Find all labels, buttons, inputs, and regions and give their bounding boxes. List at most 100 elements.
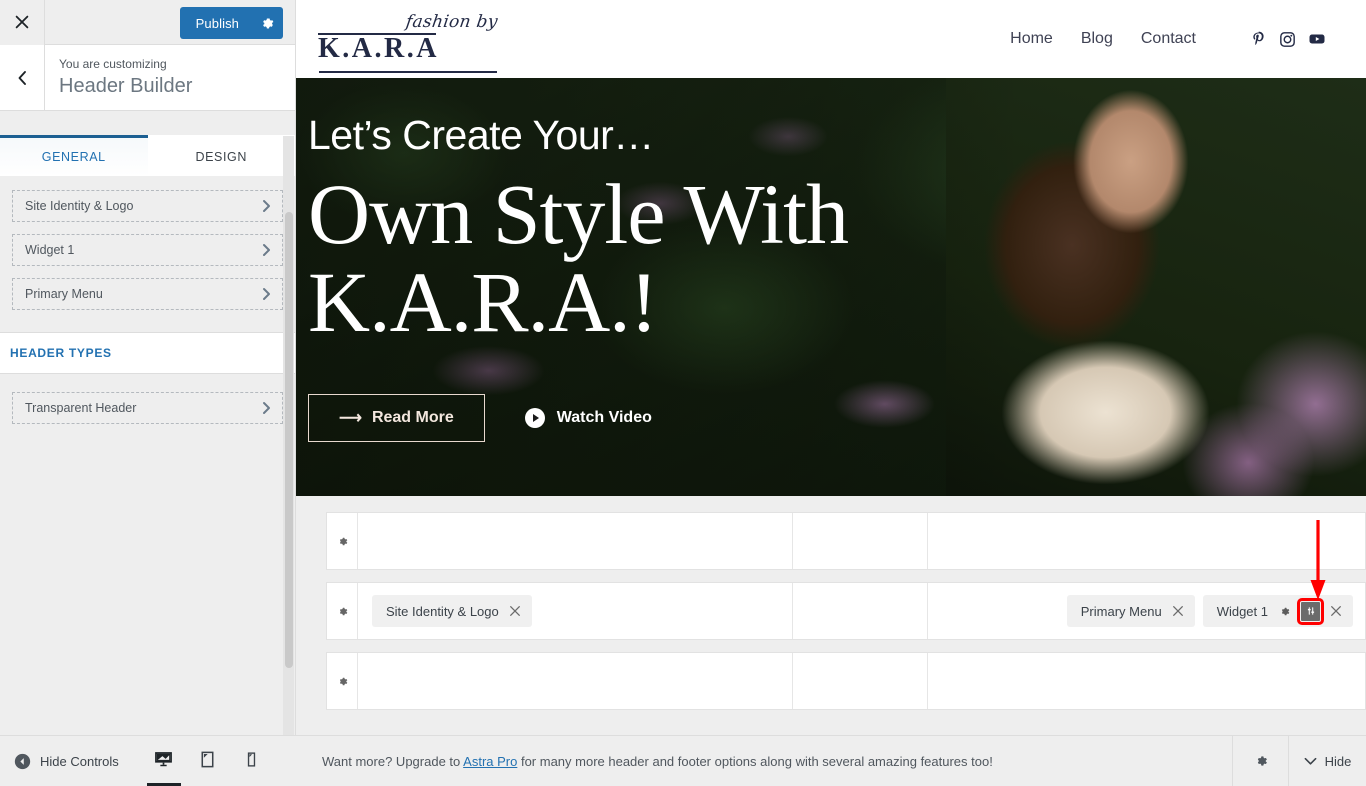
site-logo[interactable]: fashion by K.A.R.A bbox=[318, 11, 514, 73]
sidebar-item-primary-menu[interactable]: Primary Menu bbox=[12, 278, 283, 310]
close-icon[interactable] bbox=[509, 605, 521, 617]
social-icons bbox=[1250, 30, 1326, 48]
hide-builder-button[interactable]: Hide bbox=[1288, 736, 1366, 786]
header-types-group: Transparent Header bbox=[0, 374, 295, 442]
gear-icon[interactable] bbox=[327, 513, 358, 569]
youtube-icon[interactable] bbox=[1308, 30, 1326, 48]
sidebar-item-transparent-header[interactable]: Transparent Header bbox=[12, 392, 283, 424]
close-icon[interactable] bbox=[1172, 605, 1184, 617]
hero-title-line-1: Own Style With bbox=[308, 166, 849, 263]
builder-cell-left[interactable]: Site Identity & Logo bbox=[358, 583, 793, 639]
sidebar-scrollbar-thumb[interactable] bbox=[285, 212, 293, 668]
site-preview: fashion by K.A.R.A Home Blog Contact Let… bbox=[296, 0, 1366, 786]
builder-item-primary-menu[interactable]: Primary Menu bbox=[1066, 595, 1195, 627]
read-more-button[interactable]: ⟶ Read More bbox=[308, 394, 485, 443]
collapse-icon bbox=[14, 753, 31, 770]
customizer-topbar: Publish bbox=[0, 0, 295, 45]
customizer-footer: Hide Controls bbox=[0, 735, 296, 786]
hide-builder-label: Hide bbox=[1324, 753, 1352, 769]
gear-icon[interactable] bbox=[251, 7, 283, 39]
builder-cell-center[interactable] bbox=[793, 583, 928, 639]
sidebar-item-site-identity-logo[interactable]: Site Identity & Logo bbox=[12, 190, 283, 222]
builder-cell-left[interactable] bbox=[358, 653, 793, 709]
hide-controls-label: Hide Controls bbox=[40, 753, 119, 769]
tab-general-label: GENERAL bbox=[41, 150, 106, 164]
builder-item-label: Primary Menu bbox=[1080, 603, 1162, 619]
logo-rule-bottom bbox=[319, 71, 497, 73]
builder-item-label: Site Identity & Logo bbox=[386, 603, 499, 619]
astra-pro-link[interactable]: Astra Pro bbox=[463, 754, 517, 769]
chevron-right-icon bbox=[261, 243, 272, 257]
gear-icon[interactable] bbox=[327, 653, 358, 709]
builder-cell-right[interactable] bbox=[928, 653, 1365, 709]
chevron-right-icon bbox=[261, 287, 272, 301]
hero-title-line-2: K.A.R.A.! bbox=[308, 253, 658, 350]
publish-button[interactable]: Publish bbox=[179, 7, 283, 39]
primary-navigation: Home Blog Contact bbox=[1010, 30, 1326, 48]
mobile-icon[interactable] bbox=[235, 736, 269, 786]
chevron-down-icon bbox=[1304, 754, 1317, 769]
tab-design-label: DESIGN bbox=[195, 150, 248, 164]
watch-video-button[interactable]: Watch Video bbox=[524, 408, 652, 429]
builder-item-widget-1[interactable]: Widget 1 bbox=[1202, 595, 1353, 627]
builder-cell-right[interactable] bbox=[928, 513, 1365, 569]
customizer-controls: Site Identity & Logo Widget 1 Primary Me… bbox=[0, 176, 295, 735]
builder-row-primary-header: Site Identity & Logo Primary Menu Widget… bbox=[326, 582, 1366, 640]
hero-content: Let’s Create Your… Own Style With K.A.R.… bbox=[296, 78, 1366, 443]
sidebar-item-label: Site Identity & Logo bbox=[25, 199, 134, 213]
logo-script-text: fashion by bbox=[404, 12, 500, 32]
hide-controls-button[interactable]: Hide Controls bbox=[0, 753, 119, 770]
tablet-icon[interactable] bbox=[191, 736, 225, 786]
section-title-header-types: HEADER TYPES bbox=[0, 332, 295, 374]
builder-row-above-header bbox=[326, 512, 1366, 570]
logo-main-text: K.A.R.A bbox=[318, 33, 439, 64]
upgrade-message-prefix: Want more? Upgrade to bbox=[322, 753, 464, 769]
builder-item-site-identity-logo[interactable]: Site Identity & Logo bbox=[372, 595, 532, 627]
hero-section: Let’s Create Your… Own Style With K.A.R.… bbox=[296, 78, 1366, 496]
builder-cell-center[interactable] bbox=[793, 513, 928, 569]
customizer-app: Publish You are customizing Header Build… bbox=[0, 0, 1366, 786]
builder-cell-center[interactable] bbox=[793, 653, 928, 709]
chevron-left-icon[interactable] bbox=[0, 45, 45, 110]
hero-actions: ⟶ Read More Watch Video bbox=[308, 394, 1366, 443]
sidebar-item-label: Widget 1 bbox=[25, 243, 75, 257]
builder-row-below-header bbox=[326, 652, 1366, 710]
close-icon[interactable] bbox=[0, 0, 45, 45]
builder-cell-right[interactable]: Primary Menu Widget 1 bbox=[928, 583, 1365, 639]
desktop-icon[interactable] bbox=[146, 736, 181, 786]
arrow-right-icon: ⟶ bbox=[339, 410, 362, 428]
widget-settings-icon[interactable] bbox=[1297, 597, 1324, 625]
gear-icon[interactable] bbox=[327, 583, 358, 639]
gear-icon[interactable] bbox=[1278, 605, 1291, 618]
instagram-icon[interactable] bbox=[1279, 31, 1296, 48]
header-elements-group: Site Identity & Logo Widget 1 Primary Me… bbox=[0, 176, 295, 328]
gear-icon[interactable] bbox=[1232, 736, 1288, 786]
customizer-sidebar: Publish You are customizing Header Build… bbox=[0, 0, 296, 786]
close-icon[interactable] bbox=[1330, 605, 1342, 617]
chevron-right-icon bbox=[261, 199, 272, 213]
customizer-panel-header: You are customizing Header Builder bbox=[0, 45, 295, 111]
nav-link-home[interactable]: Home bbox=[1010, 30, 1053, 48]
watch-video-label: Watch Video bbox=[556, 409, 652, 427]
nav-link-contact[interactable]: Contact bbox=[1141, 30, 1196, 48]
publish-button-label: Publish bbox=[195, 15, 239, 31]
tab-general[interactable]: GENERAL bbox=[0, 135, 148, 176]
customizer-tabs: GENERAL DESIGN bbox=[0, 135, 295, 176]
pinterest-icon[interactable] bbox=[1250, 31, 1267, 48]
header-builder-grid: Site Identity & Logo Primary Menu Widget… bbox=[296, 496, 1366, 766]
nav-link-blog[interactable]: Blog bbox=[1081, 30, 1113, 48]
builder-item-label: Widget 1 bbox=[1216, 603, 1268, 619]
sidebar-item-widget-1[interactable]: Widget 1 bbox=[12, 234, 283, 266]
preview-footer: Want more? Upgrade to Astra Pro for many… bbox=[296, 735, 1366, 786]
chevron-right-icon bbox=[261, 401, 272, 415]
builder-cell-left[interactable] bbox=[358, 513, 793, 569]
tab-design[interactable]: DESIGN bbox=[147, 135, 295, 176]
sidebar-item-label: Primary Menu bbox=[25, 287, 103, 301]
panel-pretitle: You are customizing bbox=[59, 57, 167, 71]
read-more-label: Read More bbox=[371, 409, 454, 427]
upgrade-message-suffix: for many more header and footer options … bbox=[517, 753, 993, 769]
device-preview-switcher bbox=[146, 736, 269, 786]
play-icon bbox=[524, 408, 545, 429]
panel-titles: You are customizing Header Builder bbox=[45, 45, 295, 110]
hero-eyebrow: Let’s Create Your… bbox=[308, 112, 654, 158]
